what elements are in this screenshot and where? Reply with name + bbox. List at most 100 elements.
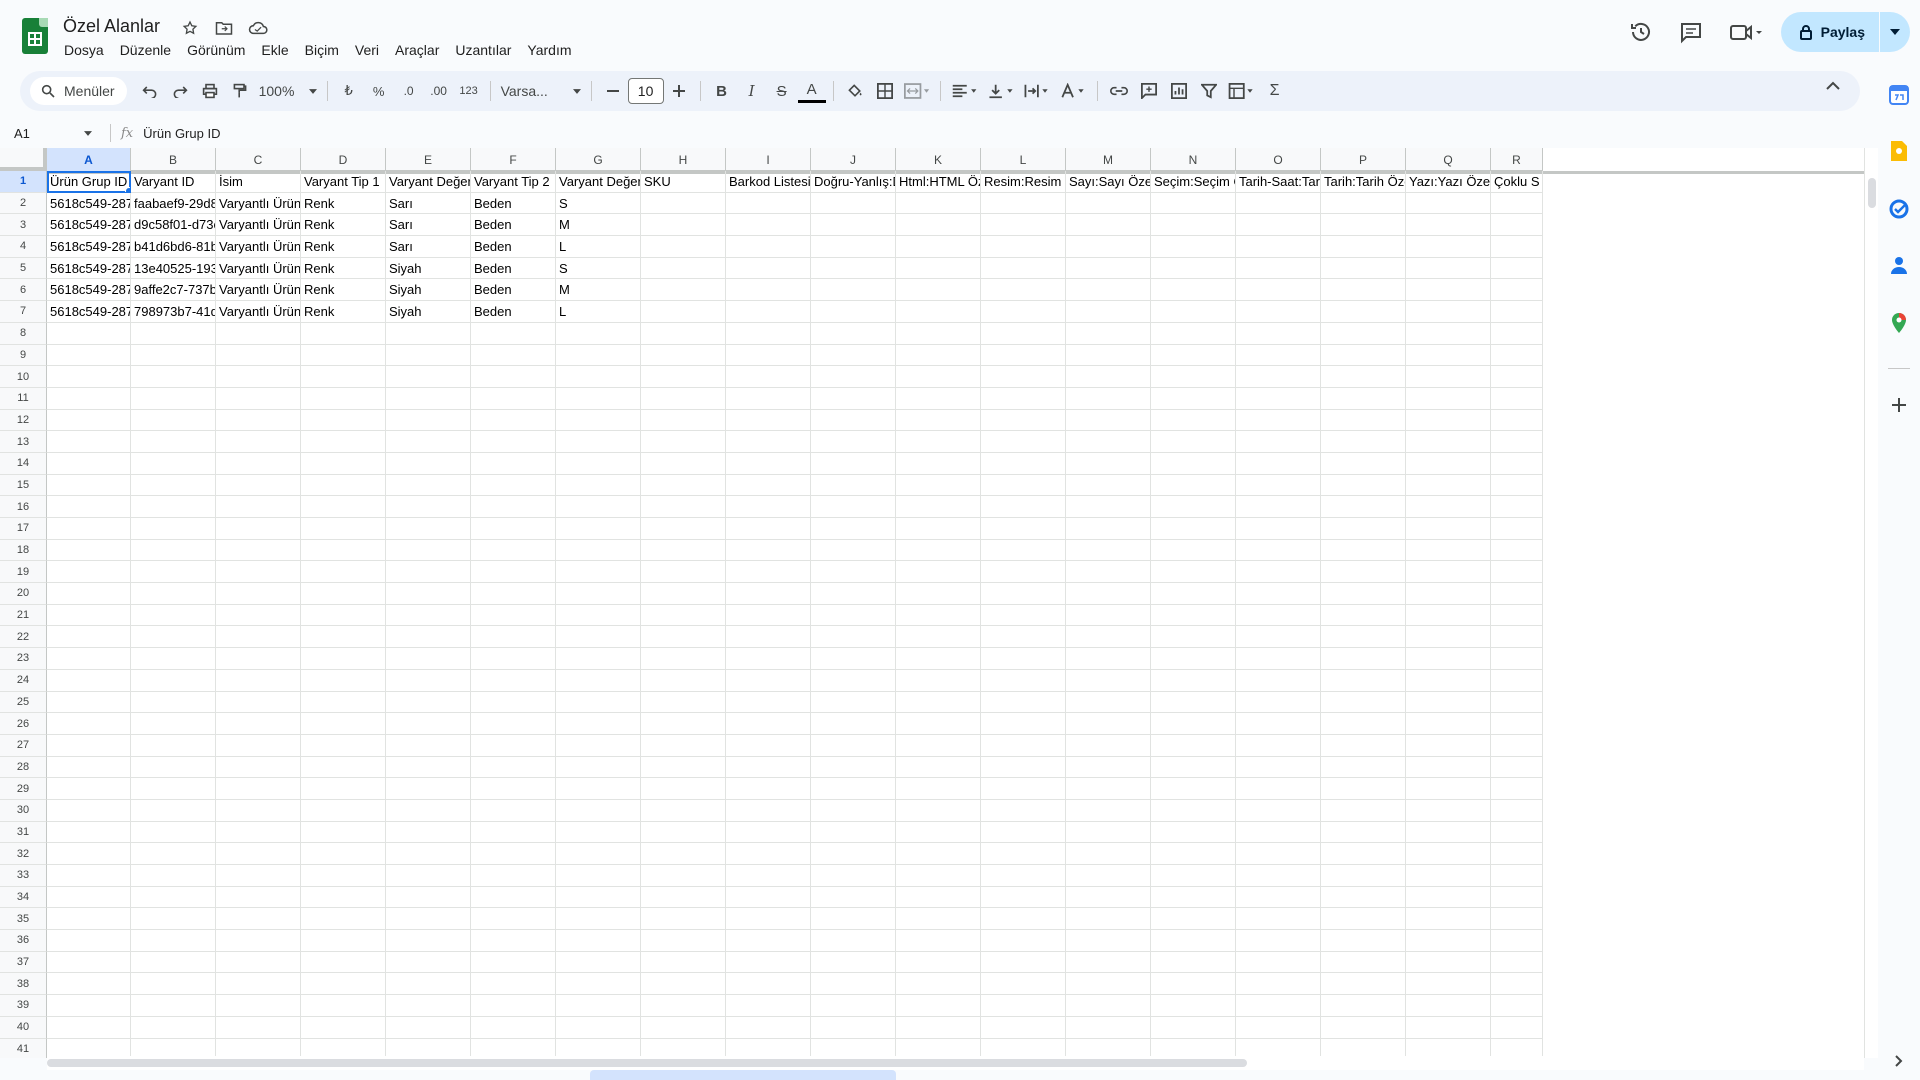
grid-cell[interactable] [386,799,471,822]
grid-cell[interactable] [981,279,1066,302]
horizontal-scroll-thumb[interactable] [47,1059,1247,1067]
grid-cell[interactable] [1066,496,1151,518]
grid-cell[interactable] [1066,756,1151,779]
grid-cell[interactable] [1066,474,1151,497]
grid-cell[interactable] [641,626,726,649]
grid-cell[interactable] [1151,409,1236,432]
grid-cell[interactable] [47,973,131,996]
grid-cell[interactable] [981,561,1066,584]
font-family-select[interactable]: Varsa... [498,77,584,105]
grid-cell[interactable] [556,387,641,410]
grid-cell[interactable] [1151,496,1236,518]
grid-cell[interactable] [1066,431,1151,453]
tasks-icon[interactable] [1888,198,1910,220]
grid-cell[interactable] [811,518,896,540]
grid-cell[interactable] [216,474,301,497]
grid-cell[interactable] [1236,995,1321,1017]
select-all-corner[interactable] [0,148,47,171]
grid-cell[interactable]: d9c58f01-d73e-4 [131,214,216,237]
grid-cell[interactable] [1151,344,1236,367]
grid-cell[interactable] [641,561,726,584]
grid-cell[interactable] [131,561,216,584]
grid-cell[interactable] [471,951,556,974]
grid-cell[interactable] [216,604,301,627]
grid-cell[interactable] [641,669,726,692]
grid-cell[interactable] [641,734,726,757]
grid-cell[interactable] [896,843,981,865]
grid-cell[interactable] [641,1016,726,1039]
column-header-j[interactable]: J [811,148,896,171]
grid-cell[interactable] [47,778,131,800]
grid-cell[interactable] [811,734,896,757]
grid-cell[interactable] [896,778,981,800]
grid-cell[interactable] [1321,691,1406,714]
grid-cell[interactable]: Varyantlı Ürün [216,279,301,302]
grid-cell[interactable] [641,257,726,280]
grid-cell[interactable] [641,496,726,518]
grid-cell[interactable] [556,713,641,735]
grid-cell[interactable] [131,843,216,865]
grid-cell[interactable] [1151,734,1236,757]
grid-cell[interactable] [726,431,811,453]
grid-cell[interactable] [1491,713,1543,735]
grid-cell[interactable] [216,821,301,844]
grid-cell[interactable] [301,843,386,865]
grid-cell[interactable]: SKU [641,171,726,193]
grid-cell[interactable] [811,799,896,822]
grid-cell[interactable] [47,756,131,779]
grid-cell[interactable] [1406,604,1491,627]
grid-cell[interactable] [811,995,896,1017]
grid-cell[interactable] [896,236,981,258]
grid-cell[interactable] [811,344,896,367]
grid-cell[interactable] [1321,387,1406,410]
grid-cell[interactable]: Sarı [386,214,471,237]
filter-icon[interactable] [1195,77,1223,105]
grid-cell[interactable] [47,344,131,367]
grid-cell[interactable] [1491,257,1543,280]
grid-cell[interactable] [1321,626,1406,649]
grid-cell[interactable] [896,409,981,432]
grid-cell[interactable] [1151,236,1236,258]
grid-cell[interactable] [1066,951,1151,974]
grid-cell[interactable] [1151,1016,1236,1039]
grid-cell[interactable] [811,409,896,432]
grid-cell[interactable] [131,583,216,605]
grid-cell[interactable] [131,431,216,453]
grid-cell[interactable] [386,843,471,865]
row-header[interactable]: 25 [0,691,47,714]
grid-cell[interactable] [131,344,216,367]
column-header-q[interactable]: Q [1406,148,1491,171]
grid-cell[interactable] [811,908,896,931]
grid-cell[interactable] [1151,886,1236,909]
grid-cell[interactable] [47,561,131,584]
grid-cell[interactable] [216,799,301,822]
grid-cell[interactable] [726,843,811,865]
grid-cell[interactable] [1151,301,1236,323]
grid-cell[interactable]: M [556,279,641,302]
grid-cell[interactable] [1151,366,1236,388]
grid-cell[interactable] [1491,648,1543,670]
grid-cell[interactable] [1321,865,1406,887]
grid-cell[interactable] [896,518,981,540]
grid-cell[interactable] [1321,214,1406,237]
grid-cell[interactable] [471,865,556,887]
grid-cell[interactable] [1406,691,1491,714]
grid-cell[interactable] [1406,821,1491,844]
grid-cell[interactable] [641,474,726,497]
grid-cell[interactable] [216,452,301,475]
grid-cell[interactable] [726,886,811,909]
grid-cell[interactable] [386,604,471,627]
grid-cell[interactable] [47,865,131,887]
grid-cell[interactable] [471,778,556,800]
font-size-decrease-icon[interactable] [599,77,627,105]
grid-cell[interactable] [471,691,556,714]
grid-cell[interactable] [556,778,641,800]
grid-cell[interactable]: Renk [301,257,386,280]
grid-cell[interactable] [726,236,811,258]
grid-cell[interactable] [47,387,131,410]
grid-cell[interactable] [1491,583,1543,605]
grid-cell[interactable] [896,366,981,388]
grid-cell[interactable] [896,734,981,757]
grid-cell[interactable] [896,821,981,844]
grid-cell[interactable] [1066,366,1151,388]
